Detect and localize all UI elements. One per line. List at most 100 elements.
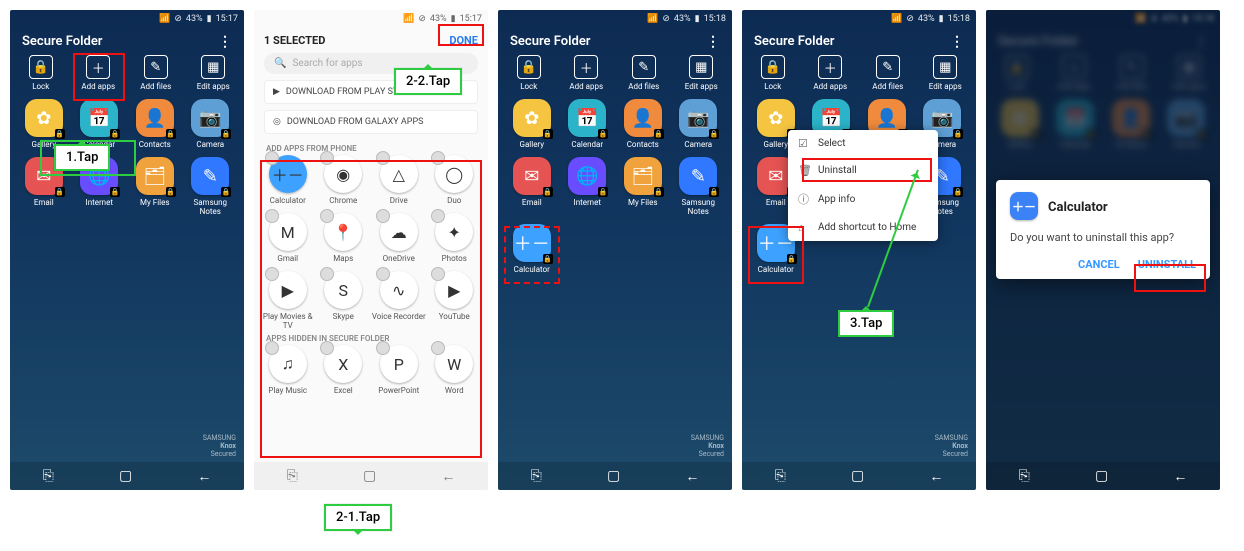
add-files-button[interactable]: ✎Add files (130, 55, 182, 91)
menu-add-shortcut[interactable]: ⌂Add shortcut to Home (788, 214, 938, 241)
onedrive-icon: ☁ (380, 213, 418, 251)
home-button[interactable]: ▢ (607, 468, 620, 484)
powerpoint-icon: P (380, 345, 418, 383)
app-gallery[interactable]: ✿🔒Gallery (16, 99, 72, 149)
email-icon: ✉🔒 (513, 157, 551, 195)
app-voice[interactable]: ∿Voice Recorder (371, 271, 427, 330)
app-word[interactable]: WWord (427, 345, 483, 395)
youtube-label: YouTube (439, 312, 470, 321)
back-button[interactable]: ← (685, 468, 699, 485)
back-button[interactable]: ← (441, 468, 455, 485)
back-button[interactable]: ← (929, 468, 943, 485)
edit-apps-button[interactable]: ▦Edit apps (187, 55, 239, 91)
drive-label: Drive (390, 196, 408, 205)
app-skype[interactable]: SSkype (316, 271, 372, 330)
recents-button[interactable]: ⎘ (287, 468, 298, 484)
app-photos[interactable]: ✦Photos (427, 213, 483, 263)
recents-button[interactable]: ⎘ (1019, 468, 1030, 484)
home-button[interactable]: ▢ (119, 468, 132, 484)
wifi-icon: 📶 (159, 14, 170, 24)
screen-4-context-menu: 📶 ⊘ 43% ▮ 15:18 Secure Folder ⋮ 🔒Lock ＋A… (742, 10, 976, 490)
app-drive[interactable]: △ Drive (371, 155, 427, 205)
app-myfiles[interactable]: 🗂🔒My Files (127, 157, 183, 216)
notes-icon: ✎🔒 (679, 157, 717, 195)
callout-step1: 1.Tap (54, 144, 110, 171)
home-button[interactable]: ▢ (363, 468, 376, 484)
clock: 15:17 (216, 14, 238, 24)
app-playmovies[interactable]: ▶Play Movies & TV (260, 271, 316, 330)
add-apps-button[interactable]: ＋Add apps (72, 55, 124, 91)
calculator-icon: ＋－🔒 (513, 224, 551, 262)
download-galaxy-apps-button[interactable]: ◎ DOWNLOAD FROM GALAXY APPS (264, 110, 478, 134)
menu-select[interactable]: ☑Select (788, 130, 938, 157)
app-email[interactable]: ✉🔒Email (504, 157, 560, 216)
camera-icon: 📷🔒 (679, 99, 717, 137)
more-options-button[interactable]: ⋮ (706, 37, 720, 47)
add-files-button[interactable]: ✎Add files (618, 55, 670, 91)
gallery-label: Gallery (764, 140, 789, 149)
app-notes[interactable]: ✎🔒Samsung Notes (183, 157, 239, 216)
app-camera[interactable]: 📷🔒Camera (183, 99, 239, 149)
back-button[interactable]: ← (197, 468, 211, 485)
app-calculator[interactable]: ＋－Calculator (260, 155, 316, 205)
playmusic-label: Play Music (268, 386, 307, 395)
clock: 15:18 (948, 14, 970, 24)
clock: 15:17 (460, 14, 482, 24)
selection-count: 1 SELECTED (264, 34, 325, 47)
playmusic-icon: ♫ (269, 345, 307, 383)
app-powerpoint[interactable]: PPowerPoint (371, 345, 427, 395)
app-calculator[interactable]: ＋－🔒Calculator (504, 224, 560, 274)
gallery-label: Gallery (520, 140, 545, 149)
app-calendar[interactable]: 📅🔒Calendar (560, 99, 616, 149)
app-gmail[interactable]: MGmail (260, 213, 316, 263)
home-button[interactable]: ▢ (1095, 468, 1108, 484)
clock: 15:18 (704, 14, 726, 24)
maps-icon: 📍 (324, 213, 362, 251)
home-button[interactable]: ▢ (851, 468, 864, 484)
add-apps-button[interactable]: ＋Add apps (560, 55, 612, 91)
no-signal-icon: ⊘ (662, 14, 670, 24)
calendar-icon: 📅🔒 (568, 99, 606, 137)
file-plus-icon: ✎ (144, 55, 168, 79)
lock-button[interactable]: 🔒Lock (503, 55, 555, 91)
page-title: Secure Folder (22, 34, 103, 49)
youtube-icon: ▶ (435, 271, 473, 309)
menu-app-info[interactable]: ⓘApp info (788, 184, 938, 214)
add-files-button[interactable]: ✎Add files (862, 55, 914, 91)
more-options-button[interactable]: ⋮ (950, 37, 964, 47)
app-contacts[interactable]: 👤🔒Contacts (127, 99, 183, 149)
excel-icon: X (324, 345, 362, 383)
recents-button[interactable]: ⎘ (43, 468, 54, 484)
more-options-button[interactable]: ⋮ (218, 37, 232, 47)
app-gallery[interactable]: ✿🔒Gallery (504, 99, 560, 149)
app-camera[interactable]: 📷🔒Camera (671, 99, 727, 149)
edit-apps-button[interactable]: ▦Edit apps (675, 55, 727, 91)
app-onedrive[interactable]: ☁OneDrive (371, 213, 427, 263)
app-playmusic[interactable]: ♫ Play Music (260, 345, 316, 395)
back-button[interactable]: ← (1173, 468, 1187, 485)
app-myfiles[interactable]: 🗂🔒My Files (615, 157, 671, 216)
cancel-button[interactable]: CANCEL (1078, 258, 1120, 271)
app-youtube[interactable]: ▶ YouTube (427, 271, 483, 330)
internet-label: Internet (574, 198, 601, 207)
recents-button[interactable]: ⎘ (531, 468, 542, 484)
skype-label: Skype (333, 312, 354, 321)
add-apps-button[interactable]: ＋Add apps (804, 55, 856, 91)
myfiles-label: My Files (140, 198, 169, 207)
edit-apps-button[interactable]: ▦Edit apps (919, 55, 971, 91)
app-chrome[interactable]: ◉Chrome (316, 155, 372, 205)
lock-button[interactable]: 🔒Lock (15, 55, 67, 91)
app-maps[interactable]: 📍Maps (316, 213, 372, 263)
recents-button[interactable]: ⎘ (775, 468, 786, 484)
email-label: Email (766, 198, 786, 207)
app-duo[interactable]: ◯Duo (427, 155, 483, 205)
app-contacts[interactable]: 👤🔒Contacts (615, 99, 671, 149)
app-notes[interactable]: ✎🔒Samsung Notes (671, 157, 727, 216)
app-excel[interactable]: XExcel (316, 345, 372, 395)
uninstall-button[interactable]: UNINSTALL (1138, 258, 1196, 271)
drive-icon: △ (380, 155, 418, 193)
done-button[interactable]: DONE (449, 34, 478, 47)
lock-button[interactable]: 🔒Lock (747, 55, 799, 91)
app-internet[interactable]: 🌐🔒Internet (560, 157, 616, 216)
screen-3-after-add: 📶 ⊘ 43% ▮ 15:18 Secure Folder ⋮ 🔒Lock ＋A… (498, 10, 732, 490)
